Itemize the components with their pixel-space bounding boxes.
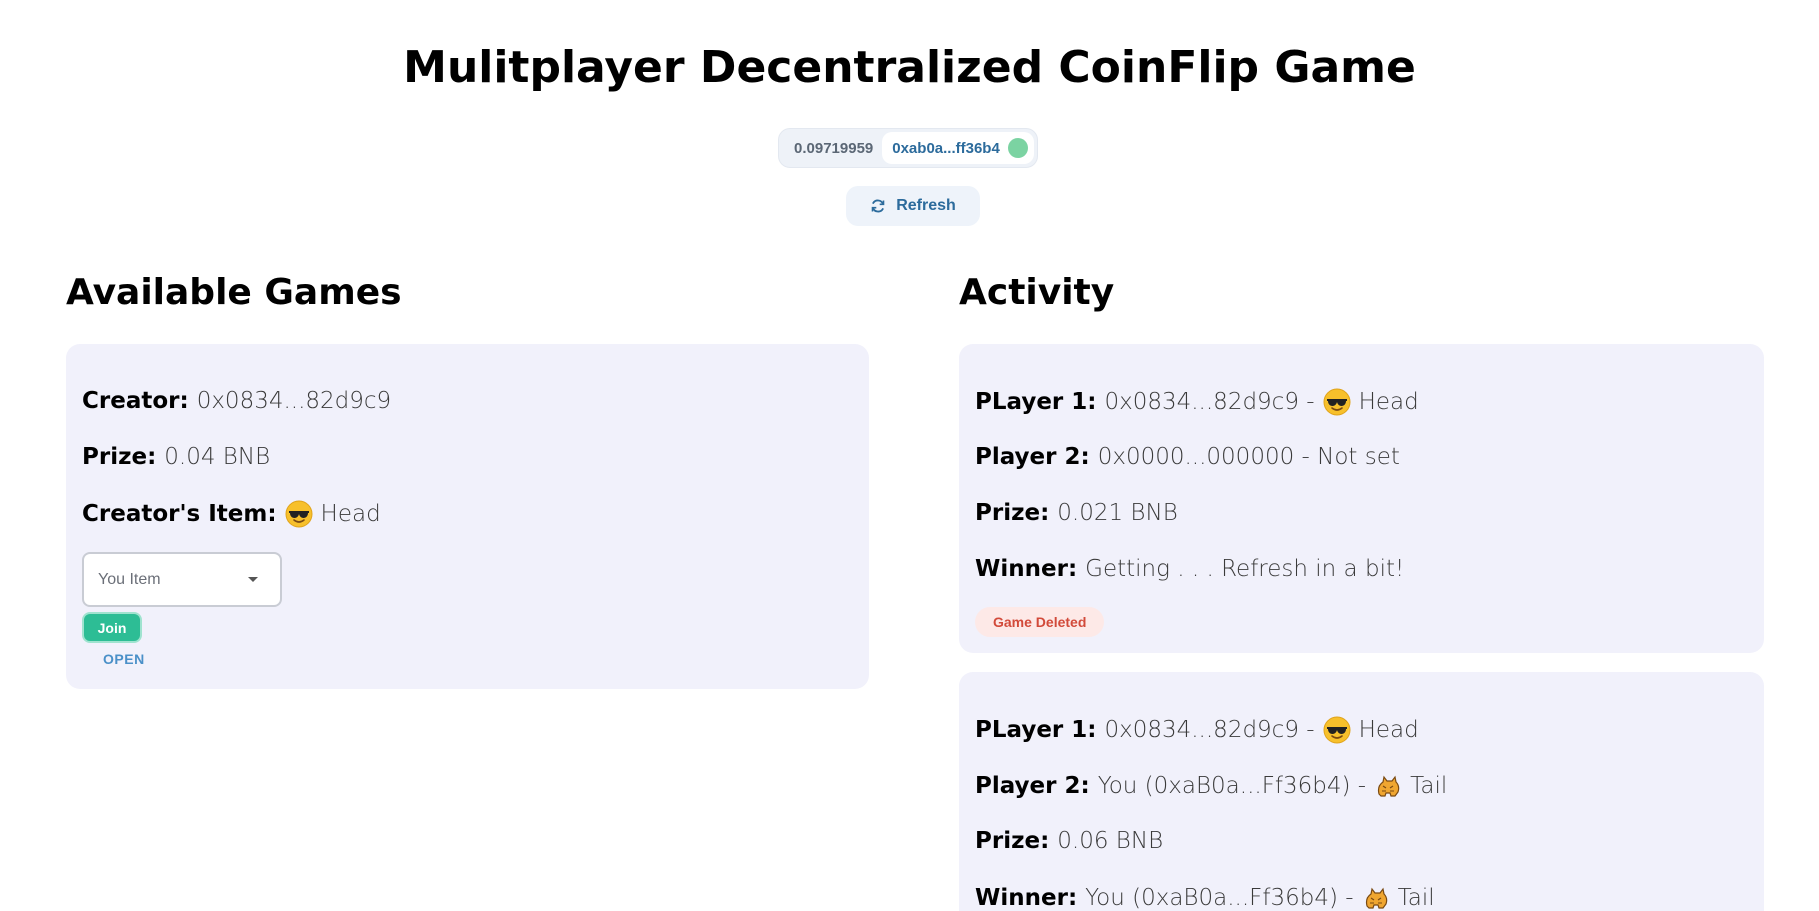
creator-item-label: Creator's Item: [82,501,277,527]
wallet-widget[interactable]: 0.09719959 0xab0a...ff36b4 [778,128,1038,168]
player2-row: Player 2: You (0xaB0a...Ff36b4) - Tail [975,772,1447,800]
avatar [1007,138,1028,158]
cat-emoji-icon [1374,772,1402,800]
sunglasses-emoji-icon [1323,716,1351,744]
prize-row: Prize: 0.06 BNB [975,828,1163,854]
creator-label: Creator: [82,388,189,414]
game-card: Creator: 0x0834...82d9c9 Prize: 0.04 BNB… [66,344,869,689]
item-select-placeholder: You Item [98,570,161,588]
player1-row: PLayer 1: 0x0834...82d9c9 - Head [975,716,1419,744]
player2-row: Player 2: 0x0000...000000 - Not set [975,444,1400,470]
sunglasses-emoji-icon [1323,388,1351,416]
player2-item: Tail [1410,773,1448,799]
player1-label: PLayer 1: [975,717,1097,743]
cat-emoji-icon [1362,884,1390,911]
player1-item: Head [1358,389,1419,415]
sunglasses-emoji-icon [285,500,313,528]
prize-value: 0.021 BNB [1057,500,1178,526]
prize-row: Prize: 0.04 BNB [82,444,270,470]
prize-label: Prize: [82,444,157,470]
player1-row: PLayer 1: 0x0834...82d9c9 - Head [975,388,1419,416]
wallet-address[interactable]: 0xab0a...ff36b4 [892,140,1000,157]
join-button[interactable]: Join [82,612,142,643]
player2-value: 0x0000...000000 - Not set [1097,444,1400,470]
winner-value: Getting . . . Refresh in a bit! [1085,556,1405,582]
winner-row: Winner: Getting . . . Refresh in a bit! [975,556,1404,582]
wallet-address-pill[interactable]: 0xab0a...ff36b4 [882,132,1034,164]
player1-label: PLayer 1: [975,389,1097,415]
prize-label: Prize: [975,828,1050,854]
refresh-icon [870,198,886,214]
creator-value: 0x0834...82d9c9 [196,388,392,414]
available-games-heading: Available Games [66,272,402,313]
player2-label: Player 2: [975,444,1090,470]
player1-value: 0x0834...82d9c9 - [1104,389,1315,415]
chevron-down-icon [248,577,258,582]
winner-row: Winner: You (0xaB0a...Ff36b4) - Tail [975,884,1435,911]
prize-value: 0.04 BNB [164,444,271,470]
prize-row: Prize: 0.021 BNB [975,500,1178,526]
refresh-label: Refresh [896,197,956,214]
player1-item: Head [1358,717,1419,743]
status-badge: OPEN [103,651,145,667]
player2-value: You (0xaB0a...Ff36b4) - [1097,773,1367,799]
winner-item: Tail [1397,885,1435,911]
status-badge: Game Deleted [975,607,1105,637]
prize-value: 0.06 BNB [1057,828,1164,854]
activity-heading: Activity [959,272,1115,313]
winner-label: Winner: [975,556,1078,582]
creator-item-value: Head [320,501,381,527]
activity-card: PLayer 1: 0x0834...82d9c9 - Head Player … [959,344,1764,653]
activity-card: PLayer 1: 0x0834...82d9c9 - Head Player … [959,672,1764,911]
page-title: Mulitplayer Decentralized CoinFlip Game [403,42,1416,93]
refresh-button[interactable]: Refresh [846,186,980,226]
item-select[interactable]: You Item [82,552,282,607]
creator-row: Creator: 0x0834...82d9c9 [82,388,391,414]
player1-value: 0x0834...82d9c9 - [1104,717,1315,743]
wallet-balance: 0.09719959 [794,139,874,157]
winner-label: Winner: [975,885,1078,911]
creator-item-row: Creator's Item: Head [82,500,381,528]
prize-label: Prize: [975,500,1050,526]
player2-label: Player 2: [975,773,1090,799]
winner-value: You (0xaB0a...Ff36b4) - [1085,885,1354,911]
